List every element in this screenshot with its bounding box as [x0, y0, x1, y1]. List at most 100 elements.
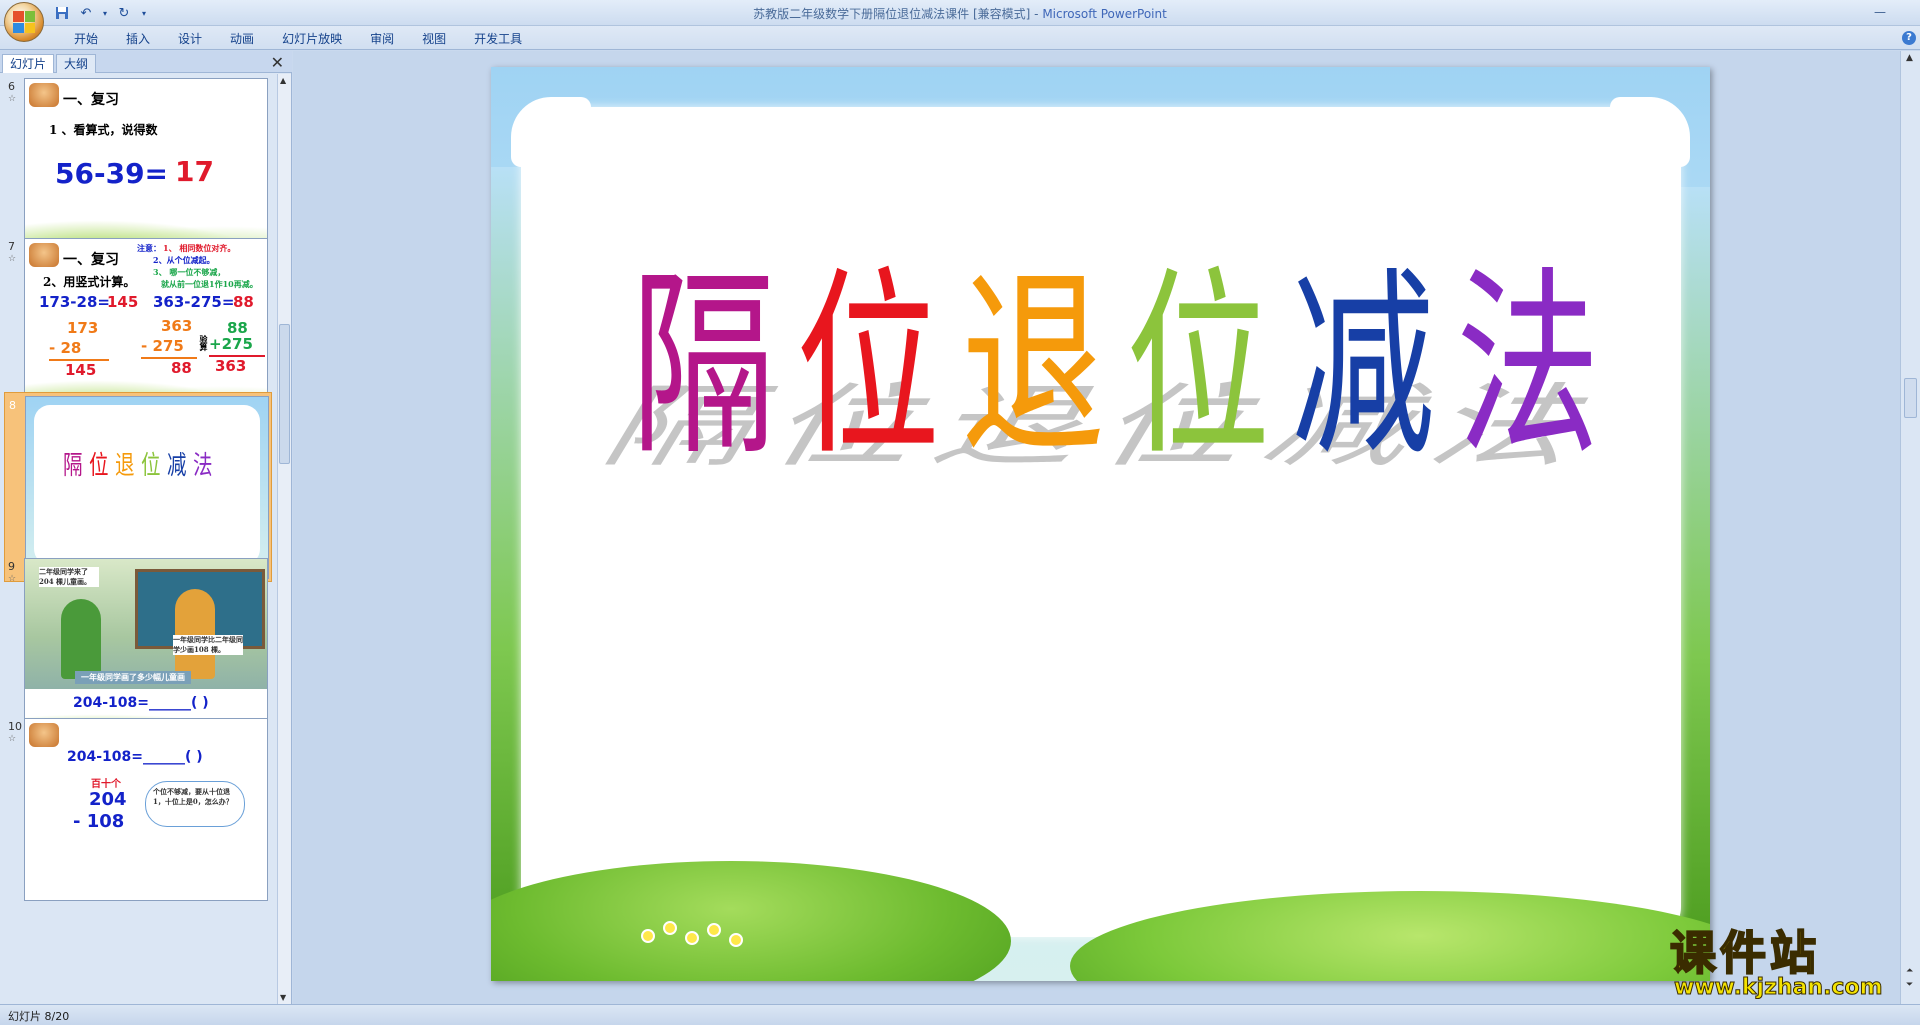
thumb-note: 3、 哪一位不够减， — [153, 267, 226, 277]
slide-number: 7 — [8, 240, 15, 253]
right-grass-decoration — [1680, 187, 1710, 967]
thumb-bubble: 二年级同学来了204 棵儿童画。 — [39, 567, 99, 587]
title-character: 减减 — [1245, 257, 1452, 487]
watermark-text: 课件站 — [1669, 926, 1820, 980]
app-name: Microsoft PowerPoint — [1042, 7, 1167, 21]
title-character-glyph: 减 — [1291, 250, 1436, 483]
paper-decoration — [34, 405, 260, 565]
thumb-heading: 一、复习 — [63, 92, 119, 108]
thumb-bubble: 一年级同学比二年级同学少画108 棵。 — [173, 635, 243, 655]
left-grass-decoration — [491, 167, 521, 967]
title-character-glyph: 退 — [961, 250, 1106, 483]
scroll-down-icon[interactable]: ▼ — [280, 993, 286, 1002]
ribbon-tab-list: 开始 插入 设计 动画 幻灯片放映 审阅 视图 开发工具 — [60, 30, 536, 48]
minimize-icon[interactable]: — — [1870, 3, 1890, 21]
thumb-subheading: 2、用竖式计算。 — [43, 275, 136, 289]
thumb-note: 注意： — [137, 243, 161, 253]
ribbon-tabs: 开始 插入 设计 动画 幻灯片放映 审阅 视图 开发工具 ? — [0, 26, 1920, 50]
dropdown-icon[interactable]: ▾ — [100, 4, 110, 22]
help-icon[interactable]: ? — [1902, 31, 1916, 45]
thumb-subheading: 1 、看算式，说得数 — [49, 123, 158, 137]
title-character-glyph: 法 — [1456, 250, 1601, 483]
mascot-icon — [29, 723, 59, 747]
flowers-decoration — [641, 921, 761, 951]
thumb-top-number: 204 — [89, 789, 127, 810]
tab-slides[interactable]: 幻灯片 — [2, 54, 55, 73]
redo-icon[interactable]: ↻ — [114, 4, 134, 22]
thumb-col3-bottom: 363 — [215, 357, 247, 375]
document-title: 苏教版二年级数学下册隔位退位减法课件 [兼容模式] — [753, 7, 1031, 21]
title-character: 法法 — [1410, 257, 1617, 487]
quick-access-toolbar: ↶ ▾ ↻ ▾ — [52, 3, 150, 23]
paper-decoration — [521, 107, 1681, 937]
thumb-place-labels: 百十个 — [91, 779, 121, 790]
animation-icon: ☆ — [8, 734, 17, 744]
animation-icon: ☆ — [8, 574, 17, 584]
thumb-banner: 一年级同学画了多少幅儿童画 — [75, 671, 191, 684]
ribbon-tab[interactable]: 设计 — [164, 30, 216, 48]
ribbon-tab[interactable]: 开始 — [60, 30, 112, 48]
scroll-up-icon[interactable]: ▲ — [280, 76, 286, 85]
thumb-col2-bottom: 88 — [171, 359, 192, 377]
scroll-up-icon[interactable]: ▲ — [1906, 53, 1913, 63]
title-character-glyph: 位 — [1126, 250, 1271, 483]
thumb-title: 隔位退位减法 — [60, 445, 214, 482]
site-watermark: 课件站 www.kjzhan.com — [1669, 926, 1900, 1000]
thumbnails-scrollbar[interactable]: ▲ ▼ — [277, 74, 291, 1004]
watermark-url: www.kjzhan.com — [1674, 975, 1884, 1000]
previous-slide-icon[interactable]: ⏶ — [1906, 966, 1913, 976]
mascot-icon — [29, 243, 59, 267]
animation-icon: ☆ — [8, 254, 17, 264]
slide-counter: 幻灯片 8/20 — [8, 1010, 70, 1023]
thumb-col1-bottom: 145 — [65, 361, 97, 379]
thumb-eq1: 173-28= — [39, 293, 110, 311]
ribbon-tab[interactable]: 审阅 — [356, 30, 408, 48]
boy-figure — [61, 599, 101, 679]
slide-number: 10 — [8, 720, 22, 733]
undo-icon[interactable]: ↶ — [76, 4, 96, 22]
title-character-glyph: 隔 — [631, 250, 776, 483]
title-separator: - — [1030, 7, 1043, 21]
thumb-note: 2、从个位减起。 — [153, 255, 215, 265]
tab-outline[interactable]: 大纲 — [56, 54, 97, 73]
slide-thumbnail-10[interactable]: 10 ☆ 204-108=______( ) 百十个 204 - 108 个位不… — [0, 714, 276, 906]
window-title: 苏教版二年级数学下册隔位退位减法课件 [兼容模式] - Microsoft Po… — [0, 5, 1920, 22]
thumb-note: 就从前一位退1作10再减。 — [161, 279, 258, 289]
ribbon-tab[interactable]: 开发工具 — [460, 30, 536, 48]
thumb-col2-top: 363 — [161, 317, 193, 335]
mascot-icon — [29, 83, 59, 107]
slide-scrollbar[interactable]: ▲ ⏶ ⏷ — [1900, 51, 1920, 1004]
scrollbar-thumb[interactable] — [279, 324, 290, 464]
office-button[interactable] — [4, 2, 44, 42]
customize-toolbar-icon[interactable]: ▾ — [138, 4, 150, 22]
scrollbar-thumb[interactable] — [1904, 378, 1917, 418]
title-character: 退退 — [915, 257, 1122, 487]
thumb-col2-mid: - 275 — [141, 337, 184, 355]
pane-tabs: 幻灯片 大纲 ✕ — [0, 51, 292, 73]
animation-icon: ☆ — [8, 94, 17, 104]
title-bar: ↶ ▾ ↻ ▾ 苏教版二年级数学下册隔位退位减法课件 [兼容模式] - Micr… — [0, 0, 1920, 42]
title-character: 隔隔 — [585, 257, 792, 487]
ribbon-tab[interactable]: 幻灯片放映 — [268, 30, 356, 48]
thumb-title-character: 退 — [115, 451, 135, 481]
ribbon-tab[interactable]: 动画 — [216, 30, 268, 48]
slide-number: 9 — [8, 560, 15, 573]
save-icon[interactable] — [52, 4, 72, 22]
next-slide-icon[interactable]: ⏷ — [1906, 980, 1913, 990]
close-icon[interactable]: ✕ — [271, 53, 284, 72]
thumb-col1-top: 173 — [67, 319, 99, 337]
girl-figure — [175, 589, 215, 679]
slide-number: 6 — [8, 80, 15, 93]
thumb-ans1: 145 — [107, 293, 139, 311]
thumb-note: 1、 相同数位对齐。 — [163, 243, 236, 253]
current-slide[interactable]: 隔隔位位退退位位减减法法 — [491, 67, 1710, 981]
slide-number: 8 — [9, 399, 16, 412]
ribbon-tab[interactable]: 视图 — [408, 30, 460, 48]
paper-corner — [1610, 97, 1690, 167]
office-logo-icon — [13, 11, 35, 33]
slide-title[interactable]: 隔隔位位退退位位减减法法 — [585, 257, 1617, 487]
thumb-title-character: 位 — [141, 451, 161, 481]
thumb-answer: 17 — [175, 155, 214, 188]
ribbon-tab[interactable]: 插入 — [112, 30, 164, 48]
title-character: 位位 — [1080, 257, 1287, 487]
